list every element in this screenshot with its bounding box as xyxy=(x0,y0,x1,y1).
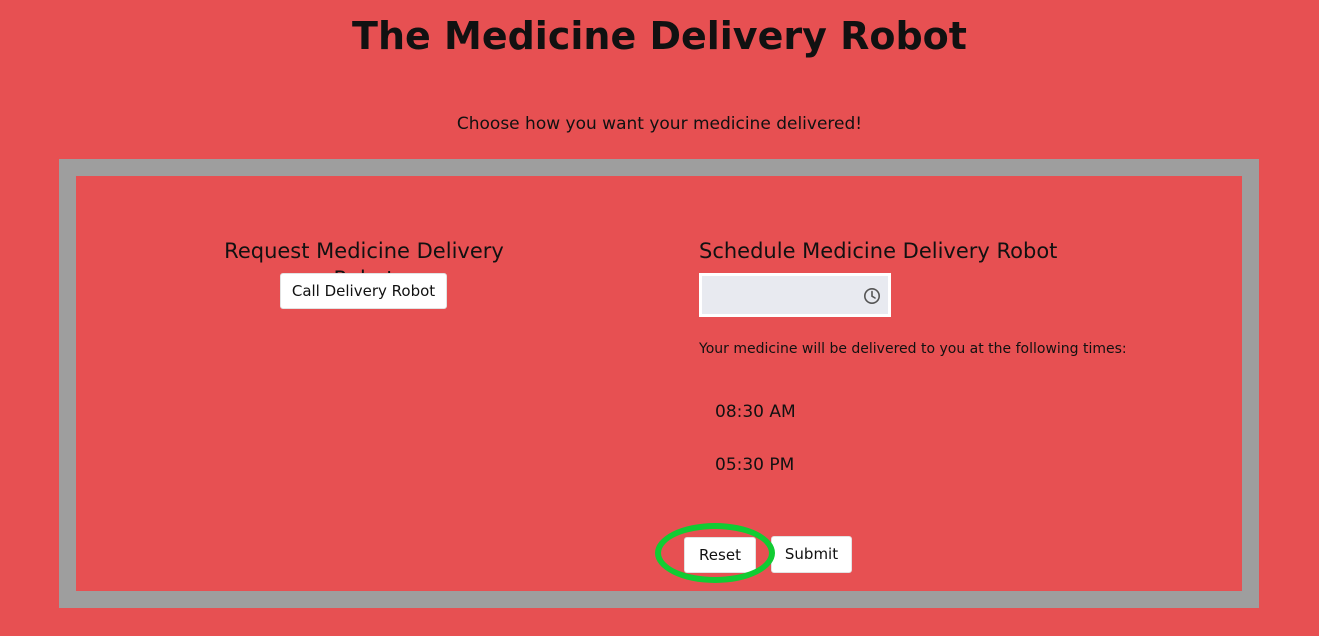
call-delivery-robot-button[interactable]: Call Delivery Robot xyxy=(280,273,447,309)
page-subtitle: Choose how you want your medicine delive… xyxy=(456,114,863,134)
delivery-time-item: 05:30 PM xyxy=(715,455,795,475)
delivery-times-info: Your medicine will be delivered to you a… xyxy=(699,341,1127,357)
delivery-time-item: 08:30 AM xyxy=(715,402,796,422)
reset-button[interactable]: Reset xyxy=(684,537,756,573)
delivery-options-panel: Request Medicine Delivery Robot Call Del… xyxy=(59,159,1259,608)
page-title: The Medicine Delivery Robot xyxy=(352,14,967,58)
submit-button[interactable]: Submit xyxy=(771,536,852,573)
schedule-section-title: Schedule Medicine Delivery Robot xyxy=(699,239,1058,263)
time-input[interactable] xyxy=(699,273,891,317)
clock-icon[interactable] xyxy=(863,287,881,305)
